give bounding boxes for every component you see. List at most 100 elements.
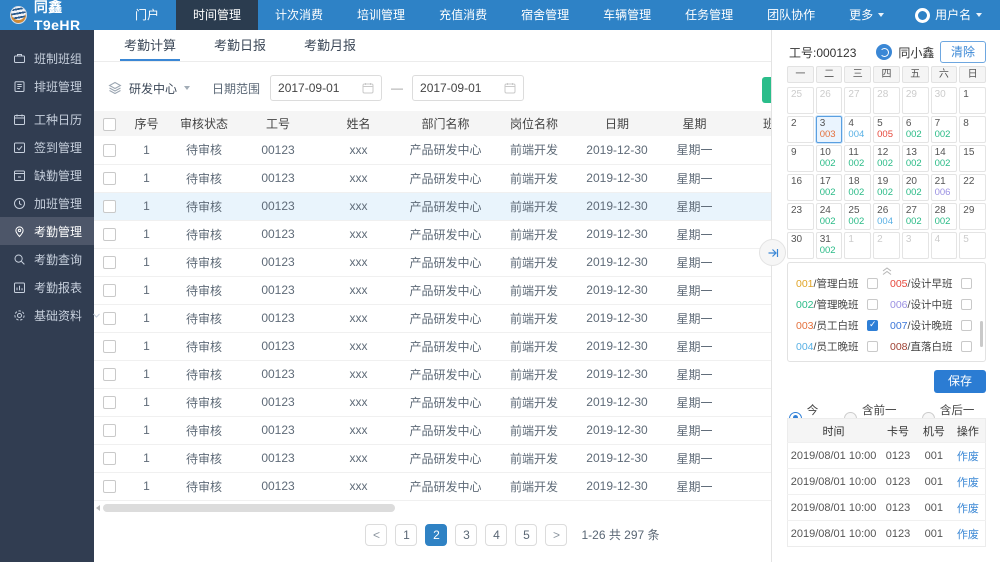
shift-checkbox[interactable]	[961, 299, 972, 310]
navbar-menu-item[interactable]: 培训管理	[340, 0, 422, 30]
table-row[interactable]: 1 待审核 00123 xxx 产品研发中心 前端开发 2019-12-30 星…	[94, 304, 771, 333]
navbar-menu-item[interactable]: 任务管理	[668, 0, 750, 30]
calendar-day-cell[interactable]: 3 003	[815, 116, 843, 143]
row-checkbox[interactable]	[102, 256, 116, 270]
row-checkbox[interactable]	[102, 143, 116, 157]
tab[interactable]: 考勤月报	[304, 30, 356, 61]
sidebar-item[interactable]: 缺勤管理	[0, 161, 94, 189]
calendar-day-cell[interactable]: 13 002	[901, 145, 929, 172]
calendar-day-cell[interactable]: 4	[930, 232, 958, 259]
row-checkbox[interactable]	[102, 172, 116, 186]
calendar-day-cell[interactable]: 5 005	[873, 116, 900, 143]
table-row[interactable]: 1 待审核 00123 xxx 产品研发中心 前端开发 2019-12-30 星…	[94, 164, 771, 193]
calendar-day-cell[interactable]: 28	[873, 87, 900, 114]
sidebar-item[interactable]: 加班管理	[0, 189, 94, 217]
vertical-scrollbar-thumb[interactable]	[980, 321, 983, 347]
table-row[interactable]: 1 待审核 00123 xxx 产品研发中心 前端开发 2019-12-30 星…	[94, 248, 771, 277]
table-row[interactable]: 1 待审核 00123 xxx 产品研发中心 前端开发 2019-12-30 星…	[94, 332, 771, 361]
table-row[interactable]: 1 待审核 00123 xxx 产品研发中心 前端开发 2019-12-30 星…	[94, 360, 771, 389]
sidebar-item[interactable]: 排班管理	[0, 72, 94, 100]
sidebar-item[interactable]: 班制班组	[0, 44, 94, 72]
calendar-day-cell[interactable]: 31 002	[815, 232, 843, 259]
calendar-day-cell[interactable]: 11 002	[844, 145, 872, 172]
table-row[interactable]: 1 待审核 00123 xxx 产品研发中心 前端开发 2019-12-30 星…	[94, 388, 771, 417]
sidebar-item[interactable]: 基础资料	[0, 301, 100, 329]
calendar-day-cell[interactable]: 1	[959, 87, 986, 114]
sidebar-item[interactable]: 签到管理	[0, 133, 94, 161]
navbar-menu-item[interactable]: 充值消费	[422, 0, 504, 30]
shift-checkbox[interactable]	[961, 278, 972, 289]
table-row[interactable]: 1 待审核 00123 xxx 产品研发中心 前端开发 2019-12-30 星…	[94, 444, 771, 473]
sidebar-item[interactable]: 考勤查询	[0, 245, 94, 273]
calendar-day-cell[interactable]: 28 002	[930, 203, 958, 230]
page-button[interactable]: 5	[515, 523, 538, 546]
panel-collapse-button[interactable]	[759, 239, 786, 266]
calendar-day-cell[interactable]: 5	[959, 232, 986, 259]
table-row[interactable]: 1 待审核 00123 xxx 产品研发中心 前端开发 2019-12-30 星…	[94, 472, 771, 501]
horizontal-scrollbar-thumb[interactable]	[103, 503, 395, 512]
calendar-day-cell[interactable]: 12 002	[873, 145, 900, 172]
calendar-day-cell[interactable]: 29	[959, 203, 986, 230]
row-checkbox[interactable]	[102, 312, 116, 326]
table-row[interactable]: 1 待审核 00123 xxx 产品研发中心 前端开发 2019-12-30 星…	[94, 192, 771, 221]
calendar-day-cell[interactable]: 27	[844, 87, 872, 114]
row-checkbox[interactable]	[102, 228, 116, 242]
sidebar-item[interactable]: 工种日历	[0, 105, 94, 133]
row-checkbox[interactable]	[102, 452, 116, 466]
calendar-day-cell[interactable]: 7 002	[930, 116, 958, 143]
page-button[interactable]: <	[365, 523, 388, 546]
table-row[interactable]: 1 待审核 00123 xxx 产品研发中心 前端开发 2019-12-30 星…	[94, 136, 771, 165]
calendar-day-cell[interactable]: 26 004	[873, 203, 900, 230]
shift-checkbox[interactable]	[867, 278, 878, 289]
date-from-input[interactable]: 2017-09-01	[270, 75, 383, 101]
navbar-menu-item[interactable]: 宿舍管理	[504, 0, 586, 30]
calendar-day-cell[interactable]: 20 002	[901, 174, 929, 201]
calendar-day-cell[interactable]: 23	[787, 203, 814, 230]
row-checkbox[interactable]	[102, 424, 116, 438]
calendar-day-cell[interactable]: 16	[787, 174, 814, 201]
calendar-day-cell[interactable]: 18 002	[844, 174, 872, 201]
calendar-day-cell[interactable]: 9	[787, 145, 814, 172]
calendar-day-cell[interactable]: 3	[901, 232, 929, 259]
clipped-action-button[interactable]	[762, 77, 771, 103]
navbar-user-item[interactable]: 用户名	[901, 0, 996, 30]
shift-checkbox[interactable]	[867, 299, 878, 310]
calendar-day-cell[interactable]: 15	[959, 145, 986, 172]
navbar-user-item[interactable]: 皮肤	[996, 0, 1000, 30]
page-button[interactable]: 4	[485, 523, 508, 546]
navbar-menu-item[interactable]: 团队协作	[750, 0, 832, 30]
clear-button[interactable]: 清除	[940, 41, 986, 63]
table-row[interactable]: 1 待审核 00123 xxx 产品研发中心 前端开发 2019-12-30 星…	[94, 276, 771, 305]
void-link[interactable]: 作废	[950, 442, 986, 469]
calendar-day-cell[interactable]: 4 004	[844, 116, 872, 143]
page-button[interactable]: 1	[395, 523, 418, 546]
shift-checkbox[interactable]	[867, 341, 878, 352]
sidebar-item[interactable]: 考勤报表	[0, 273, 94, 301]
row-checkbox[interactable]	[102, 340, 116, 354]
calendar-day-cell[interactable]: 2	[873, 232, 900, 259]
page-button[interactable]: >	[545, 523, 568, 546]
void-link[interactable]: 作废	[950, 468, 986, 495]
calendar-day-cell[interactable]: 27 002	[901, 203, 929, 230]
calendar-day-cell[interactable]: 8	[959, 116, 986, 143]
department-select[interactable]: 研发中心	[108, 80, 191, 97]
calendar-day-cell[interactable]: 24 002	[815, 203, 843, 230]
page-button[interactable]: 3	[455, 523, 478, 546]
navbar-menu-item[interactable]: 车辆管理	[586, 0, 668, 30]
navbar-menu-item[interactable]: 时间管理	[176, 0, 259, 30]
calendar-day-cell[interactable]: 25 002	[844, 203, 872, 230]
calendar-day-cell[interactable]: 6 002	[901, 116, 929, 143]
navbar-menu-item[interactable]: 更多	[832, 0, 901, 30]
calendar-day-cell[interactable]: 29	[901, 87, 929, 114]
calendar-day-cell[interactable]: 14 002	[930, 145, 958, 172]
collapse-chevrons-icon[interactable]	[881, 265, 893, 279]
calendar-day-cell[interactable]: 26	[815, 87, 843, 114]
row-checkbox[interactable]	[102, 368, 116, 382]
save-button[interactable]: 保存	[934, 370, 986, 393]
row-checkbox[interactable]	[102, 284, 116, 298]
sidebar-item[interactable]: 考勤管理	[0, 217, 94, 245]
void-link[interactable]: 作废	[950, 494, 986, 521]
calendar-day-cell[interactable]: 17 002	[815, 174, 843, 201]
calendar-day-cell[interactable]: 25	[787, 87, 814, 114]
page-button[interactable]: 2	[425, 523, 448, 546]
